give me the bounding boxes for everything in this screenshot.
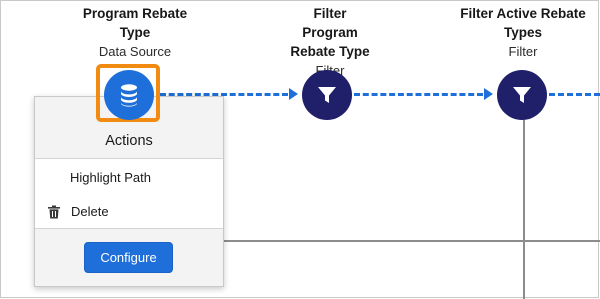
connector-arrow-2 xyxy=(484,88,493,100)
node-title: Program Rebate Type xyxy=(82,6,188,40)
trash-icon xyxy=(47,205,61,219)
connector-arrow-1 xyxy=(289,88,298,100)
menu-item-label: Delete xyxy=(71,204,109,219)
configure-button[interactable]: Configure xyxy=(84,242,173,273)
connector-dashed-2 xyxy=(354,93,483,96)
menu-item-label: Highlight Path xyxy=(70,170,151,185)
filter-icon[interactable] xyxy=(497,70,547,120)
node-title: Filter Program Rebate Type xyxy=(290,6,370,59)
node-filter-program-rebate-type: Filter Program Rebate Type Filter xyxy=(245,4,415,80)
node-subtitle: Filter xyxy=(508,44,538,59)
actions-popup: Actions Highlight Path Delete Configure xyxy=(34,96,224,287)
node-filter-active-rebate-types: Filter Active Rebate Types Filter xyxy=(438,4,600,61)
connector-line-vertical xyxy=(523,120,525,299)
connector-line-horizontal-right xyxy=(524,240,600,242)
connector-dashed-3 xyxy=(549,93,600,96)
delete-menu-item[interactable]: Delete xyxy=(47,204,223,219)
filter-icon[interactable] xyxy=(302,70,352,120)
highlight-path-menu-item[interactable]: Highlight Path xyxy=(70,170,223,185)
actions-popup-footer: Configure xyxy=(35,228,223,286)
actions-header-label: Actions xyxy=(105,133,153,149)
database-icon[interactable] xyxy=(104,70,154,120)
node-title: Filter Active Rebate Types xyxy=(460,6,586,40)
node-subtitle: Data Source xyxy=(98,44,172,59)
connector-line-horizontal-left xyxy=(220,240,524,242)
node-program-rebate-type: Program Rebate Type Data Source xyxy=(50,4,220,61)
